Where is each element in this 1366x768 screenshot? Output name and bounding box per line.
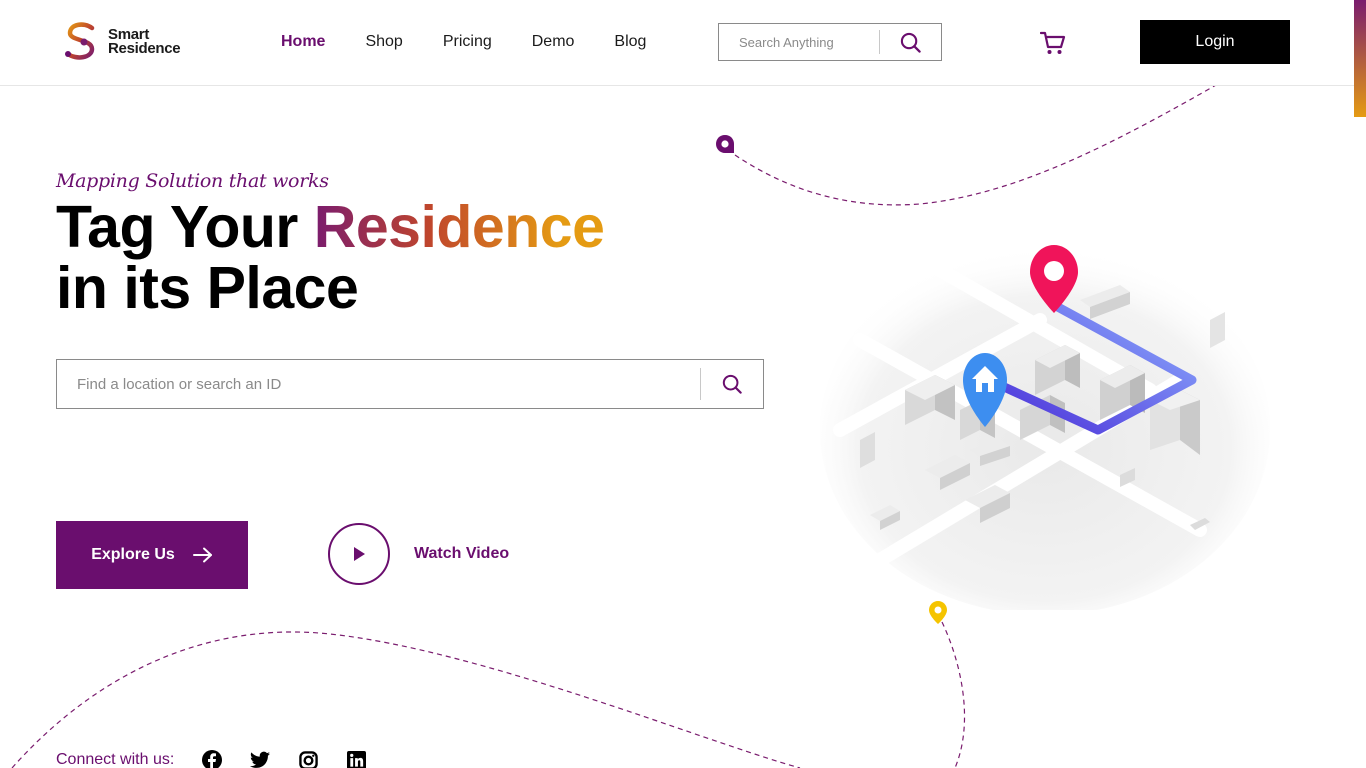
explore-us-button[interactable]: Explore Us <box>56 521 248 589</box>
social-connect: Connect with us: <box>56 750 394 768</box>
headline-part1: Tag Your <box>56 194 314 260</box>
facebook-icon <box>202 750 223 768</box>
site-header: Smart Residence Home Shop Pricing Demo B… <box>0 0 1366 86</box>
search-icon <box>722 374 742 394</box>
brand-name: Smart Residence <box>108 27 181 57</box>
instagram-link[interactable] <box>298 750 318 768</box>
watch-video-link[interactable]: Watch Video <box>328 523 509 585</box>
play-icon <box>354 547 365 561</box>
location-search <box>56 359 764 409</box>
hero-tagline: Mapping Solution that works <box>56 170 329 192</box>
headline-line2: in its Place <box>56 255 359 321</box>
isometric-map-illustration <box>820 245 1270 610</box>
twitter-icon <box>250 751 271 768</box>
twitter-link[interactable] <box>250 750 271 768</box>
headline-highlight: Residence <box>313 194 605 260</box>
nav-home[interactable]: Home <box>281 32 325 52</box>
header-search <box>718 23 942 61</box>
nav-pricing[interactable]: Pricing <box>443 32 492 52</box>
main-nav: Home Shop Pricing Demo Blog <box>281 32 686 52</box>
nav-shop[interactable]: Shop <box>365 32 402 52</box>
header-search-input[interactable] <box>719 24 879 60</box>
nav-demo[interactable]: Demo <box>532 32 575 52</box>
header-search-button[interactable] <box>880 24 941 60</box>
linkedin-icon <box>346 750 366 768</box>
instagram-icon <box>299 750 318 768</box>
location-search-button[interactable] <box>701 360 763 408</box>
connect-label: Connect with us: <box>56 751 175 768</box>
arrow-right-icon <box>192 547 212 563</box>
play-button[interactable] <box>328 523 390 585</box>
location-pin-icon <box>716 135 734 153</box>
cart-icon[interactable] <box>1040 30 1066 56</box>
facebook-link[interactable] <box>202 750 223 768</box>
logo-mark-icon <box>65 22 95 60</box>
brand-name-line2: Residence <box>108 40 181 57</box>
watch-video-label: Watch Video <box>414 545 510 562</box>
search-icon <box>900 32 921 53</box>
explore-us-label: Explore Us <box>91 546 175 563</box>
location-search-input[interactable] <box>57 360 700 408</box>
nav-blog[interactable]: Blog <box>614 32 646 52</box>
linkedin-link[interactable] <box>346 750 366 768</box>
hero-headline: Tag Your Residence in its Place <box>56 194 605 321</box>
edge-scroll-indicator <box>1354 0 1366 117</box>
brand-logo[interactable]: Smart Residence <box>62 22 181 62</box>
login-button[interactable]: Login <box>1140 20 1290 64</box>
